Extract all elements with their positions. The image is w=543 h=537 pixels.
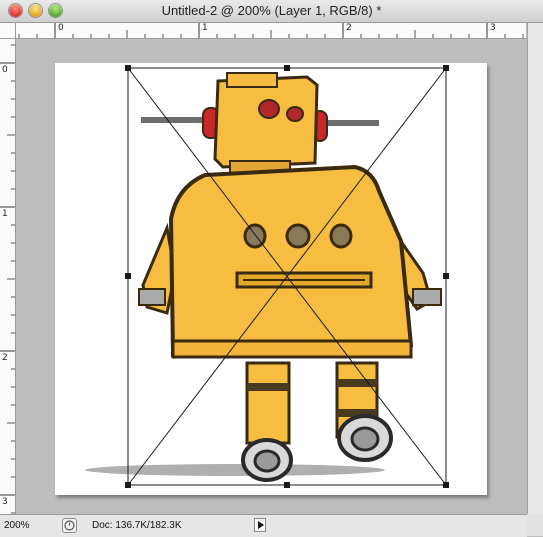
body-button [285, 223, 311, 249]
ground-shadow [85, 464, 385, 476]
horizontal-ruler[interactable]: 0 1 2 3 [16, 23, 526, 39]
eye-left [258, 99, 280, 119]
ruler-label: 0 [58, 23, 64, 33]
ruler-label: 1 [202, 23, 208, 33]
document-canvas[interactable] [55, 63, 487, 495]
window-title: Untitled-2 @ 200% (Layer 1, RGB/8) * [161, 3, 382, 18]
wheel-left [241, 438, 293, 482]
ruler-label: 3 [2, 497, 8, 507]
vertical-ruler[interactable]: 0 1 2 3 [0, 39, 16, 514]
eye-right [286, 106, 304, 122]
status-timer-icon[interactable] [62, 518, 77, 533]
robot-body [168, 164, 414, 358]
leg-band [247, 383, 289, 391]
doc-size-info: Doc: 136.7K/182.3K [92, 520, 182, 531]
canvas-area[interactable] [16, 39, 527, 514]
leg-left [245, 361, 291, 445]
leg-band [337, 379, 377, 387]
status-bar: 200% Doc: 136.7K/182.3K [0, 514, 527, 537]
title-bar[interactable]: Untitled-2 @ 200% (Layer 1, RGB/8) * [0, 0, 543, 23]
head-top [226, 72, 278, 88]
ruler-label: 2 [346, 23, 352, 33]
ruler-label: 0 [2, 65, 8, 75]
ruler-corner[interactable] [0, 23, 16, 39]
hand-right [412, 288, 442, 306]
wheel-right [337, 414, 393, 462]
robot-artwork [85, 65, 449, 488]
ruler-ticks [0, 44, 15, 514]
photoshop-document-window: Untitled-2 @ 200% (Layer 1, RGB/8) * 0 1… [0, 0, 543, 537]
robot-head [213, 75, 319, 169]
triangle-right-icon[interactable] [254, 518, 266, 532]
hand-left [138, 288, 166, 306]
ruler-ticks [18, 23, 524, 38]
body-trim [171, 339, 413, 359]
antenna-left [141, 117, 211, 123]
ruler-label: 3 [490, 23, 496, 33]
zoom-field[interactable]: 200% [4, 519, 54, 533]
ruler-label: 2 [2, 353, 8, 363]
resize-corner[interactable] [527, 514, 543, 536]
vertical-scrollbar[interactable] [527, 23, 543, 514]
ruler-label: 1 [2, 209, 8, 219]
body-button [329, 223, 353, 249]
